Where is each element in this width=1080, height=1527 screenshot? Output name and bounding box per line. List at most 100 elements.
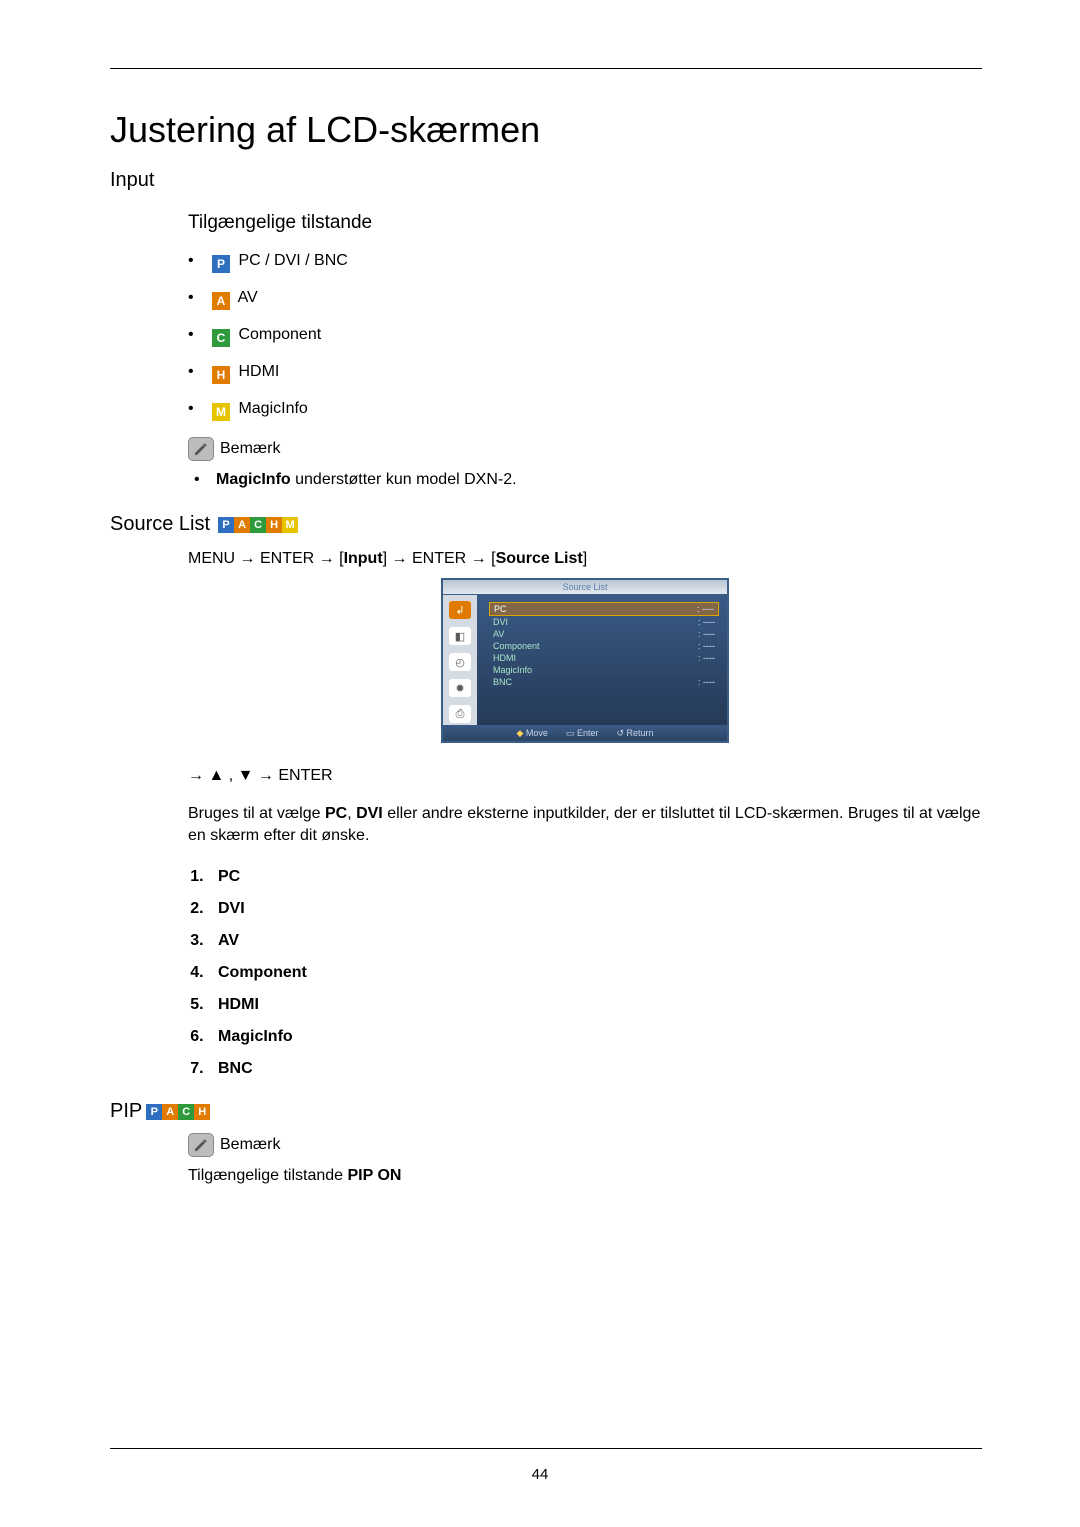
h-icon: H	[194, 1104, 210, 1120]
mode-item-hdmi: H HDMI	[188, 363, 982, 384]
osd-row-label: Component	[493, 641, 540, 651]
pencil-icon	[188, 1133, 214, 1157]
body-text-p1a: Bruges til at vælge	[188, 805, 325, 822]
osd-row-bnc: BNC: ----	[491, 676, 717, 688]
pip-note-heading: Bemærk	[188, 1133, 982, 1157]
osd-footer-enter-label: Enter	[577, 728, 599, 738]
source-list-icon-strip: P A C H M	[218, 517, 298, 533]
osd-main: PC: ---- DVI: ---- AV: ---- Component: -…	[477, 595, 727, 725]
note-bold: MagicInfo	[216, 471, 291, 488]
source-order-item: PC	[208, 868, 982, 886]
source-order-list: PC DVI AV Component HDMI MagicInfo BNC	[188, 868, 982, 1078]
source-order-item: MagicInfo	[208, 1028, 982, 1046]
osd-sidebar: ↲ ◧ ◴ ✹ ⎙	[443, 595, 477, 725]
osd-footer-return: ↺ Return	[616, 728, 653, 739]
c-icon: C	[178, 1104, 194, 1120]
mode-label: PC / DVI / BNC	[238, 252, 347, 269]
top-divider	[110, 68, 982, 69]
a-icon: A	[162, 1104, 178, 1120]
osd-footer-move-label: Move	[526, 728, 548, 738]
body-text-b1: PC	[325, 805, 347, 822]
page-number: 44	[0, 1466, 1080, 1483]
a-icon: A	[234, 517, 250, 533]
osd-row-value: ----	[703, 653, 715, 663]
osd-title: Source List	[443, 580, 727, 595]
osd-footer: ◆ Move ▭ Enter ↺ Return	[443, 725, 727, 741]
osd-row-hdmi: HDMI: ----	[491, 652, 717, 664]
osd-footer-return-label: Return	[627, 728, 654, 738]
mode-item-magicinfo: M MagicInfo	[188, 400, 982, 421]
source-order-item: Component	[208, 964, 982, 982]
source-list-heading: Source List P A C H M	[110, 513, 982, 536]
h-icon: H	[266, 517, 282, 533]
mode-label: Component	[238, 326, 321, 343]
m-icon: M	[282, 517, 298, 533]
pencil-icon	[188, 437, 214, 461]
menu-path-b1: Input	[344, 550, 383, 567]
p-icon: P	[212, 255, 230, 273]
m-icon: M	[212, 403, 230, 421]
osd-row-av: AV: ----	[491, 628, 717, 640]
osd-row-value: ----	[702, 604, 714, 614]
h-icon: H	[212, 366, 230, 384]
osd-row-label: DVI	[493, 617, 508, 627]
osd-row-dvi: DVI: ----	[491, 616, 717, 628]
source-order-item: HDMI	[208, 996, 982, 1014]
osd-footer-enter: ▭ Enter	[566, 728, 599, 739]
body-text-p1b: ,	[347, 805, 356, 822]
osd-row-value: ----	[703, 629, 715, 639]
osd-sidebar-icon: ↲	[449, 601, 471, 619]
osd-screenshot: Source List ↲ ◧ ◴ ✹ ⎙ PC: ---- DVI: ----…	[441, 578, 729, 743]
c-icon: C	[212, 329, 230, 347]
osd-row-label: HDMI	[493, 653, 516, 663]
pip-heading: PIP P A C H	[110, 1100, 982, 1123]
menu-path-p2: ] → ENTER → [	[383, 550, 496, 567]
menu-path-p1: MENU → ENTER → [	[188, 550, 344, 567]
source-order-item: AV	[208, 932, 982, 950]
osd-row-component: Component: ----	[491, 640, 717, 652]
osd-row-label: PC	[494, 604, 507, 614]
osd-row-value: ----	[703, 617, 715, 627]
page-title: Justering af LCD-skærmen	[110, 109, 982, 151]
mode-item-component: C Component	[188, 326, 982, 347]
c-icon: C	[250, 517, 266, 533]
osd-row-magicinfo: MagicInfo	[491, 664, 717, 676]
source-order-item: BNC	[208, 1060, 982, 1078]
modes-list: P PC / DVI / BNC A AV C Component H HDMI…	[188, 252, 982, 421]
note-heading: Bemærk	[188, 437, 982, 461]
source-list-title: Source List	[110, 513, 210, 536]
note-rest: understøtter kun model DXN-2.	[291, 471, 517, 488]
osd-row-value: ----	[703, 677, 715, 687]
mode-label: MagicInfo	[238, 400, 307, 417]
bottom-divider	[110, 1448, 982, 1449]
pip-note-text: Tilgængelige tilstande PIP ON	[188, 1167, 982, 1185]
pip-note-text-a: Tilgængelige tilstande	[188, 1167, 348, 1184]
nav-line: → ▲ , ▼ → ENTER	[188, 767, 982, 785]
mode-label: AV	[238, 289, 258, 306]
menu-path: MENU → ENTER → [Input] → ENTER → [Source…	[188, 550, 982, 568]
osd-sidebar-icon: ✹	[449, 679, 471, 697]
p-icon: P	[218, 517, 234, 533]
menu-path-p3: ]	[583, 550, 587, 567]
osd-sidebar-icon: ⎙	[449, 705, 471, 723]
pip-icon-strip: P A C H	[146, 1104, 210, 1120]
osd-sidebar-icon: ◧	[449, 627, 471, 645]
menu-path-b2: Source List	[496, 550, 583, 567]
input-section-heading: Input	[110, 169, 982, 192]
a-icon: A	[212, 292, 230, 310]
osd-sidebar-icon: ◴	[449, 653, 471, 671]
mode-label: HDMI	[238, 363, 279, 380]
osd-footer-move: ◆ Move	[516, 728, 547, 739]
pip-title: PIP	[110, 1100, 142, 1123]
pip-note-text-b: PIP ON	[348, 1167, 402, 1184]
note-item: MagicInfo understøtter kun model DXN-2.	[188, 471, 982, 489]
source-order-item: DVI	[208, 900, 982, 918]
note-list: MagicInfo understøtter kun model DXN-2.	[188, 471, 982, 489]
osd-row-value: ----	[703, 641, 715, 651]
pip-note-label: Bemærk	[220, 1136, 280, 1154]
mode-item-av: A AV	[188, 289, 982, 310]
osd-row-label: MagicInfo	[493, 665, 532, 675]
available-modes-heading: Tilgængelige tilstande	[188, 212, 982, 234]
osd-row-label: BNC	[493, 677, 512, 687]
p-icon: P	[146, 1104, 162, 1120]
